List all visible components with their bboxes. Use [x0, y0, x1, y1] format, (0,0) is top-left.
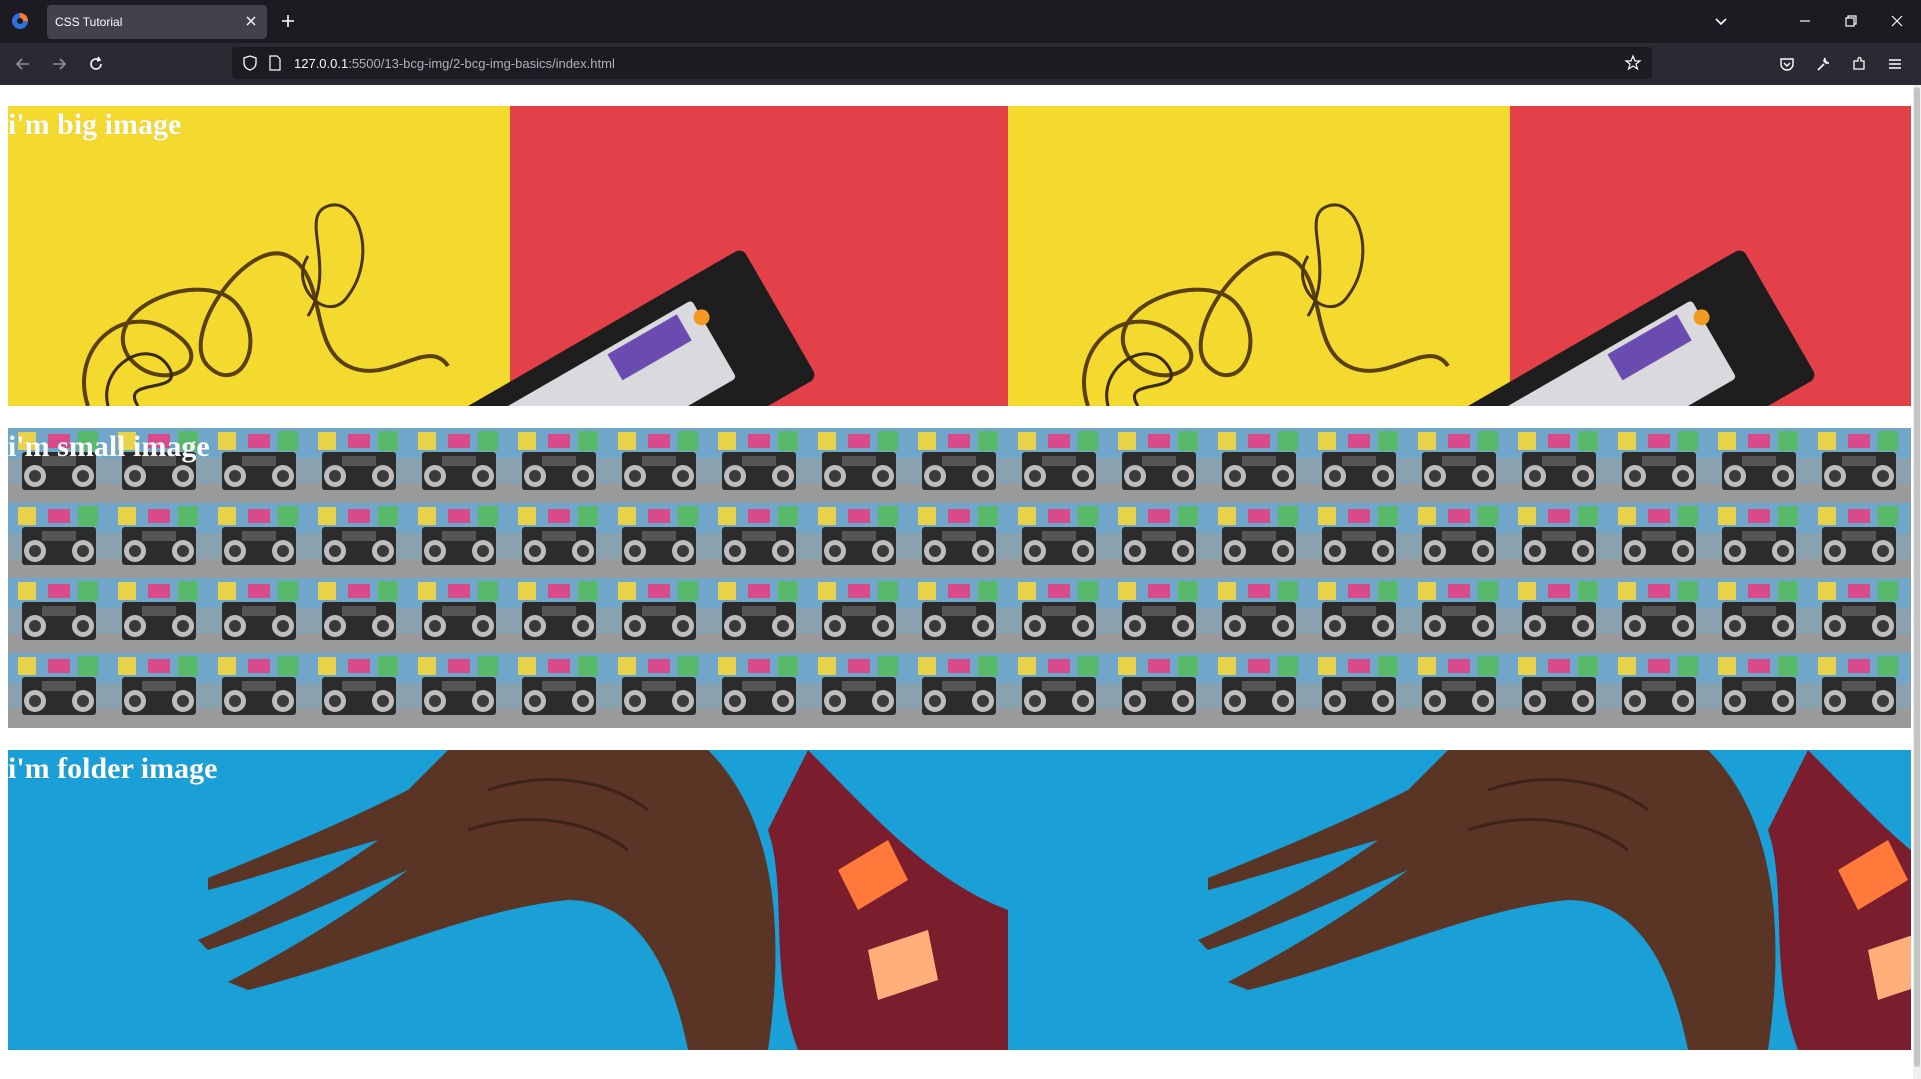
tab-css-tutorial[interactable]: CSS Tutorial — [47, 5, 267, 39]
url-path: :5500/13-bcg-img/2-bcg-img-basics/index.… — [348, 56, 615, 71]
big-image-box: i'm big image — [8, 106, 1911, 406]
hand-image — [8, 750, 1008, 1050]
reload-icon[interactable] — [87, 55, 105, 73]
shield-icon[interactable] — [242, 55, 258, 71]
minimize-icon[interactable] — [1796, 12, 1814, 30]
wrench-icon[interactable] — [1814, 55, 1832, 73]
small-image-box: i'm small image — [8, 428, 1911, 728]
star-icon[interactable] — [1624, 54, 1642, 72]
cassette-image — [8, 106, 1008, 406]
url-host: 127.0.0.1 — [294, 56, 349, 71]
pocket-icon[interactable] — [1778, 55, 1796, 73]
cassette-image-repeat — [1008, 106, 1911, 406]
chevron-down-icon[interactable] — [1713, 13, 1729, 29]
firefox-logo[interactable] — [11, 12, 29, 30]
url-bar[interactable]: 127.0.0.1:5500/13-bcg-img/2-bcg-img-basi… — [232, 47, 1652, 79]
url-text[interactable]: 127.0.0.1:5500/13-bcg-img/2-bcg-img-basi… — [294, 56, 615, 71]
close-window-icon[interactable] — [1888, 12, 1906, 30]
close-icon[interactable] — [243, 13, 259, 29]
extensions-icon[interactable] — [1850, 55, 1868, 73]
big-image-heading: i'm big image — [8, 108, 182, 141]
page-icon — [269, 55, 281, 71]
plus-icon[interactable] — [280, 13, 296, 29]
page-content: i'm big image i'm small image i'm folder… — [0, 85, 1921, 1079]
hand-image-repeat — [1008, 750, 1911, 1050]
back-icon[interactable] — [14, 55, 32, 73]
scrollbar-thumb[interactable] — [1914, 87, 1920, 1067]
tab-bar: CSS Tutorial — [0, 0, 1921, 43]
folder-image-heading: i'm folder image — [8, 752, 218, 785]
restore-icon[interactable] — [1842, 12, 1860, 30]
tab-title: CSS Tutorial — [55, 15, 123, 29]
small-image-heading: i'm small image — [8, 430, 210, 463]
folder-image-box: i'm folder image — [8, 750, 1911, 1050]
navigation-bar: 127.0.0.1:5500/13-bcg-img/2-bcg-img-basi… — [0, 43, 1921, 85]
forward-icon[interactable] — [50, 55, 68, 73]
boombox-tiled-image — [8, 428, 1911, 728]
menu-icon[interactable] — [1886, 55, 1904, 73]
scrollbar-track[interactable] — [1913, 85, 1921, 1079]
